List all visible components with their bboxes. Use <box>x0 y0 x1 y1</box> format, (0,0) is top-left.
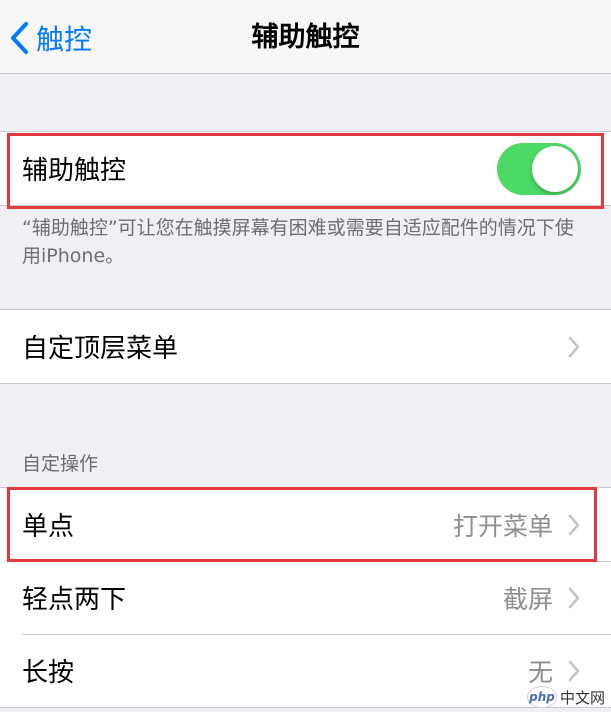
single-tap-label: 单点 <box>22 512 75 542</box>
assistive-touch-group: 辅助触控 <box>0 131 611 206</box>
watermark: php 中文网 <box>526 686 605 708</box>
chevron-right-icon <box>568 587 580 608</box>
long-press-row[interactable]: 长按 无 <box>0 634 611 707</box>
assistive-touch-toggle[interactable] <box>497 142 581 195</box>
double-tap-value: 截屏 <box>502 584 553 614</box>
chevron-right-icon <box>568 336 580 357</box>
custom-actions-group: 单点 打开菜单 轻点两下 截屏 长按 无 <box>0 487 611 708</box>
php-logo: php <box>526 686 557 708</box>
toggle-knob <box>532 145 578 192</box>
chevron-right-icon <box>568 514 580 535</box>
page-title: 辅助触控 <box>251 22 360 53</box>
custom-top-menu-label: 自定顶层菜单 <box>22 334 179 364</box>
double-tap-row[interactable]: 轻点两下 截屏 <box>0 561 611 634</box>
custom-actions-header: 自定操作 <box>22 453 99 475</box>
long-press-label: 长按 <box>22 658 75 688</box>
navigation-bar: 触控 辅助触控 <box>0 0 611 74</box>
top-menu-group: 自定顶层菜单 <box>0 309 611 384</box>
single-tap-value: 打开菜单 <box>452 511 553 541</box>
assistive-touch-row: 辅助触控 <box>0 132 611 205</box>
watermark-text: 中文网 <box>559 688 605 707</box>
single-tap-row[interactable]: 单点 打开菜单 <box>0 488 611 561</box>
custom-top-menu-row[interactable]: 自定顶层菜单 <box>0 310 611 383</box>
assistive-touch-footnote: “辅助触控”可让您在触摸屏幕有困难或需要自适应配件的情况下使用iPhone。 <box>22 217 574 267</box>
assistive-touch-label: 辅助触控 <box>22 156 127 186</box>
chevron-right-icon <box>568 660 580 681</box>
long-press-value: 无 <box>527 657 553 687</box>
double-tap-label: 轻点两下 <box>22 585 127 615</box>
